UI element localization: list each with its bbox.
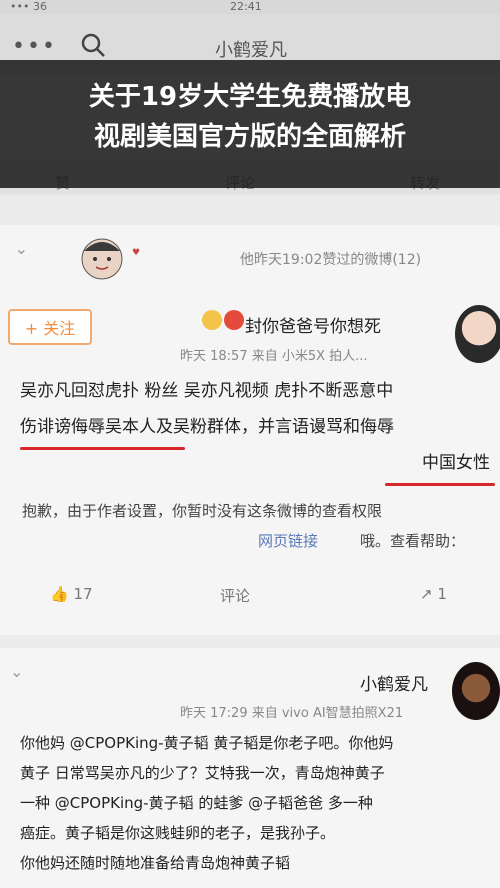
- post-actions: 👍 17 评论 ↗ 1: [0, 581, 500, 611]
- post-line: 伤诽谤侮辱吴本人及吴粉群体，并言语谩骂和侮辱: [20, 417, 394, 437]
- post-card-1: ⌄ ♥ 他昨天19:02赞过的微博(12) + 关注 封你爸爸号你想死 昨天 1…: [0, 225, 500, 635]
- post-meta: 昨天 18:57 来自 小米5X 拍人...: [180, 349, 368, 364]
- post-line: 一种 @CPOPKing-黄子韬 的蛙爹 @子韬爸爸 多一种: [20, 794, 373, 812]
- like-count: 17: [73, 585, 93, 603]
- emoji-icon: [202, 310, 222, 330]
- status-left: ••• 36: [10, 0, 47, 13]
- post-card-2: ⌄ 小鹤爱凡 昨天 17:29 来自 vivo AI智慧拍照X21 你他妈 @C…: [0, 648, 500, 888]
- more-icon[interactable]: •••: [12, 34, 57, 59]
- share-button[interactable]: ↗ 1: [420, 585, 447, 603]
- follow-button[interactable]: + 关注: [8, 309, 92, 345]
- page-title: 小鹤爱凡: [215, 40, 287, 61]
- comment-button[interactable]: 评论: [220, 585, 250, 606]
- post-author[interactable]: 封你爸爸号你想死: [245, 312, 381, 337]
- banner-line-2: 视剧美国官方版的全面解析: [93, 122, 406, 152]
- chevron-down-icon[interactable]: ⌄: [15, 239, 28, 258]
- avatar[interactable]: [455, 305, 500, 363]
- share-count: 1: [437, 585, 447, 603]
- emoji-icon: [224, 310, 244, 330]
- web-link[interactable]: 网页链接: [258, 530, 318, 551]
- avatar[interactable]: [452, 662, 500, 720]
- post-line: 你他妈还随时随地准备给青岛炮神黄子韬: [20, 854, 291, 872]
- post-text: 吴亦凡回怼虎扑 粉丝 吴亦凡视频 虎扑不断恶意中 伤诽谤侮辱吴本人及吴粉群体，并…: [20, 373, 490, 481]
- notice-line: 哦。查看帮助：: [360, 532, 466, 550]
- post-line: 癌症。黄子韬是你这贱蛙卵的老子，是我孙子。: [20, 824, 336, 842]
- post-line: 你他妈 @CPOPKing-黄子韬 黄子韬是你老子吧。你他妈: [20, 734, 394, 752]
- status-time: 22:41: [230, 0, 262, 13]
- post-line: 黄子 日常骂吴亦凡的少了？艾特我一次，青岛炮神黄子: [20, 764, 385, 782]
- sticker-image: ♥: [81, 238, 140, 280]
- highlight-underline: [20, 447, 185, 450]
- post-line: 吴亦凡回怼虎扑 粉丝 吴亦凡视频 虎扑不断恶意中: [20, 381, 394, 401]
- notice-line: 抱歉，由于作者设置，你暂时没有这条微博的查看权限: [22, 502, 383, 520]
- like-button[interactable]: 👍 17: [50, 585, 93, 603]
- divider: [0, 196, 500, 225]
- svg-text:♥: ♥: [132, 248, 140, 258]
- divider: [0, 635, 500, 648]
- post-meta: 昨天 17:29 来自 vivo AI智慧拍照X21: [180, 706, 404, 721]
- status-bar: ••• 36 22:41: [0, 0, 500, 14]
- post-author[interactable]: 小鹤爱凡: [360, 670, 428, 695]
- post-line: 中国女性: [422, 453, 490, 473]
- post-text: 你他妈 @CPOPKing-黄子韬 黄子韬是你老子吧。你他妈 黄子 日常骂吴亦凡…: [20, 728, 490, 878]
- banner-line-1: 关于19岁大学生免费播放电: [88, 82, 412, 112]
- search-icon[interactable]: [80, 32, 106, 58]
- liked-note: 他昨天19:02赞过的微博(12): [240, 252, 422, 268]
- title-banner: 关于19岁大学生免费播放电 视剧美国官方版的全面解析: [0, 60, 500, 188]
- highlight-underline: [385, 483, 495, 486]
